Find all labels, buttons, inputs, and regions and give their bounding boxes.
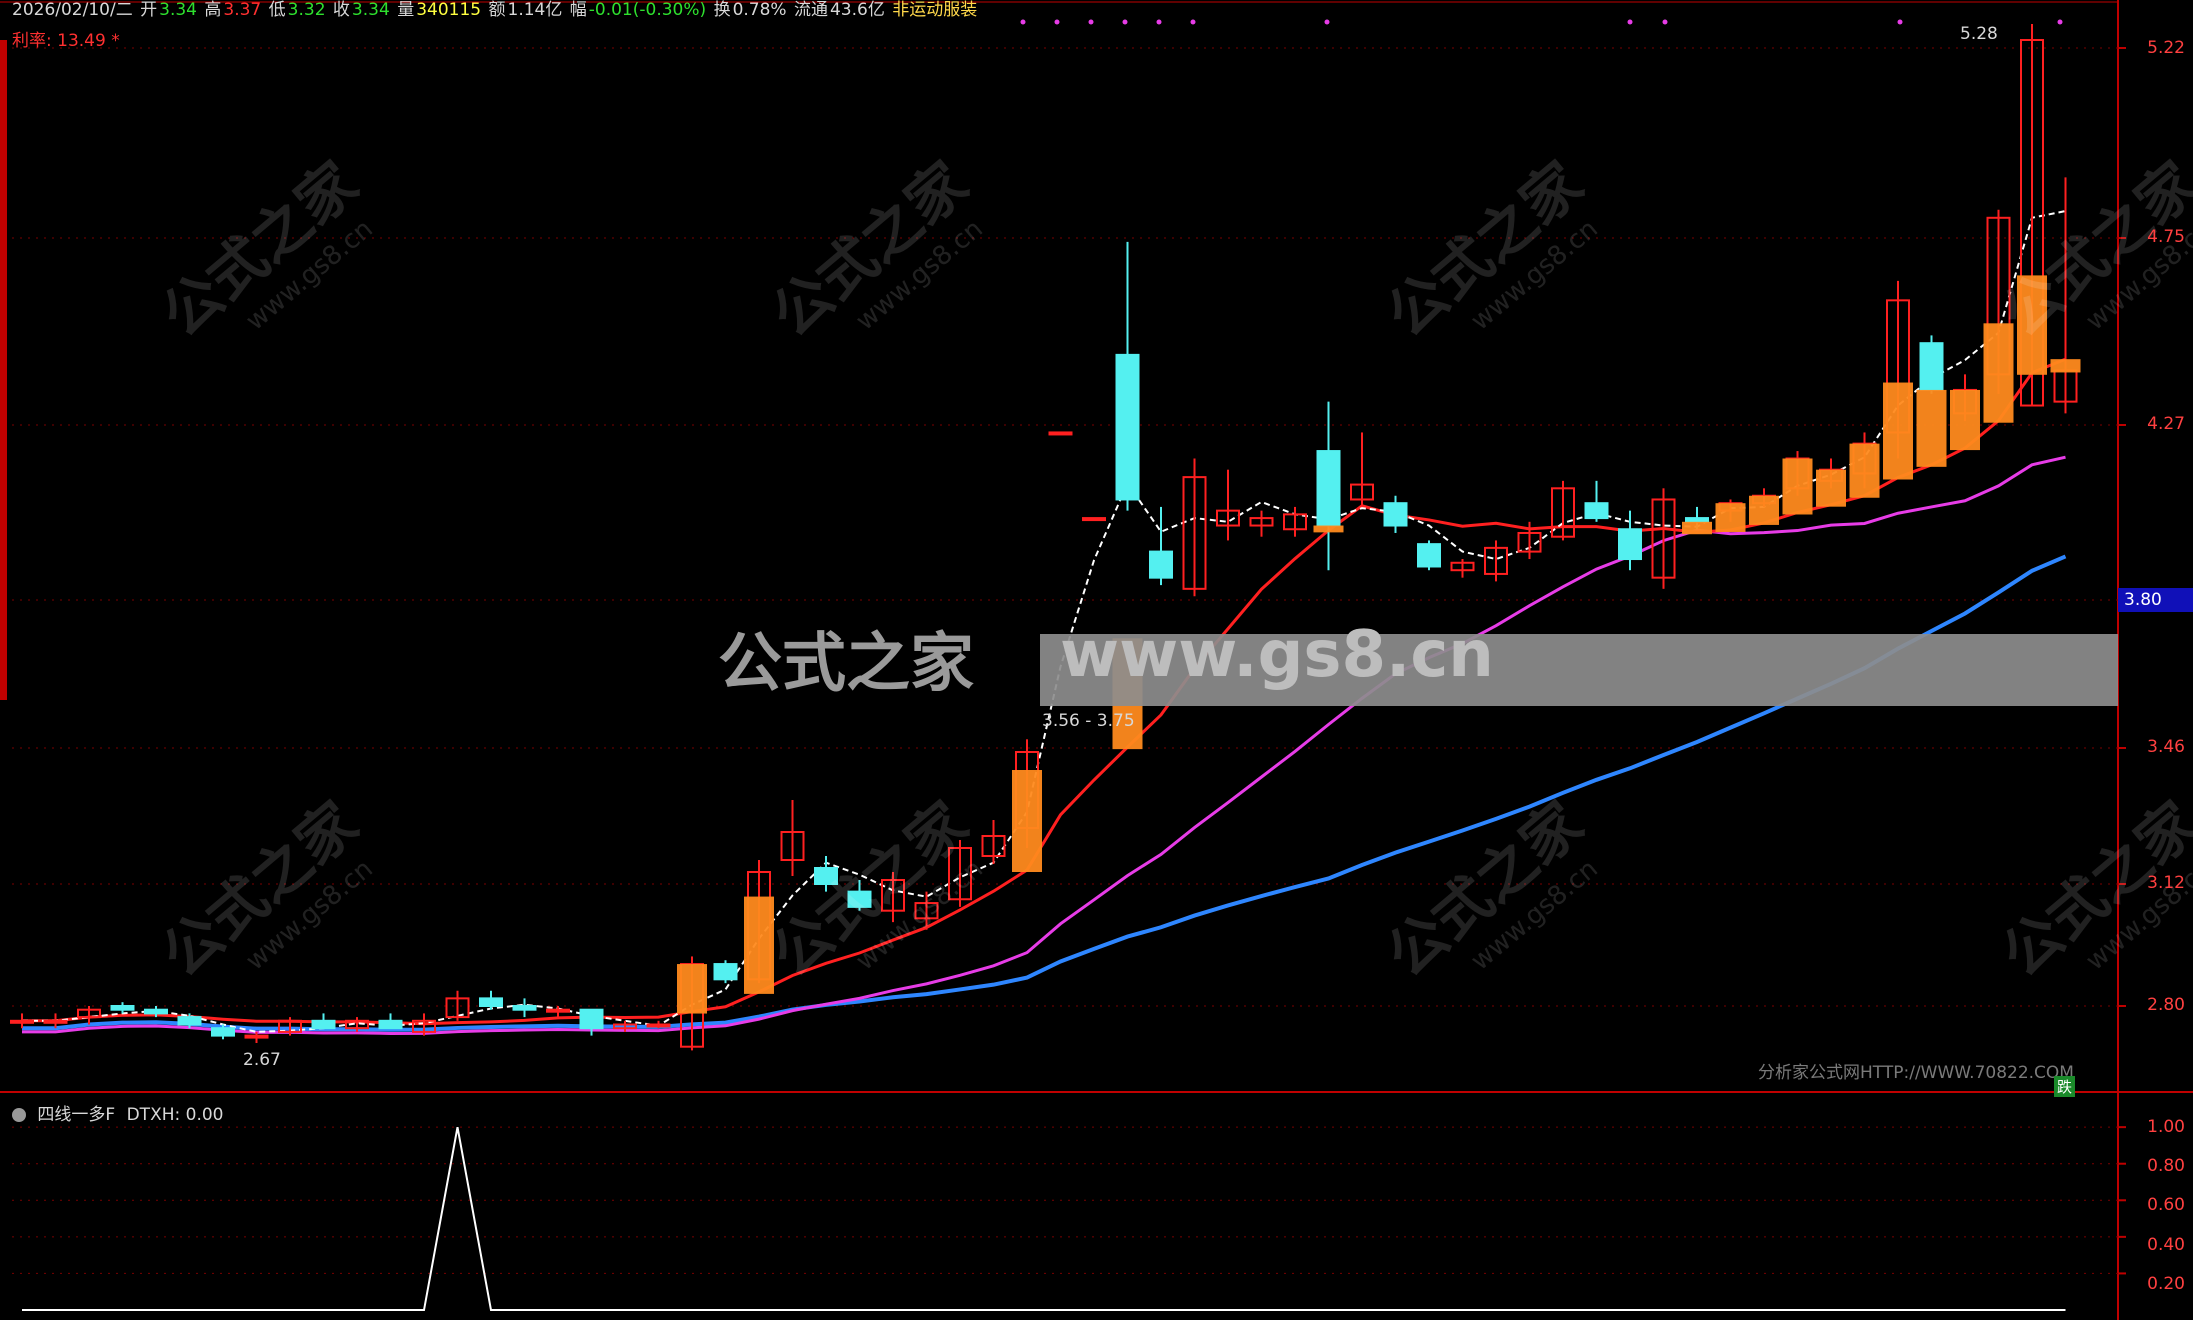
center-watermark: 公式之家	[718, 627, 974, 701]
top-signal-dot	[1324, 19, 1330, 25]
candle-body	[512, 1005, 537, 1011]
top-signal-dot	[1627, 19, 1633, 25]
candle-body	[43, 1019, 68, 1024]
candle-body	[1618, 528, 1642, 561]
top-signal-dot	[2057, 19, 2063, 25]
close-value: 3.34	[351, 0, 390, 20]
indicator-axis-label: 1.00	[2147, 1117, 2185, 1137]
candle-body	[1417, 543, 1441, 568]
candle-body	[10, 1019, 34, 1024]
signal-bar	[677, 964, 707, 1014]
sub-header: 利率: 13.49 *	[12, 31, 120, 51]
open-label: 开	[140, 0, 158, 20]
candle-body	[211, 1027, 235, 1037]
candle-body	[1082, 517, 1106, 522]
top-signal-dot	[1897, 19, 1903, 25]
top-signal-dot	[1088, 19, 1094, 25]
signal-bar	[1883, 382, 1913, 480]
candle-body	[378, 1019, 403, 1030]
top-signal-dot	[1122, 19, 1128, 25]
top-signal-dot	[1156, 19, 1162, 25]
indicator-value: DTXH: 0.00	[126, 1105, 224, 1125]
indicator-toggle-icon[interactable]	[12, 1108, 26, 1122]
open-value: 3.34	[159, 0, 197, 20]
candle-body	[1685, 517, 1709, 523]
signal-bar	[1983, 323, 2014, 423]
signal-bar	[1782, 458, 1813, 515]
candle-body	[177, 1016, 202, 1026]
candle-body	[1919, 342, 1944, 391]
low-price-marker: 2.67	[243, 1050, 281, 1070]
date: 2026/02/10/二	[12, 0, 133, 20]
indicator-axis-label: 0.80	[2147, 1156, 2185, 1176]
price-axis-label: 3.12	[2147, 873, 2185, 893]
candle-body	[1383, 502, 1408, 527]
turnover-label: 换	[713, 0, 731, 20]
top-signal-dot	[1662, 19, 1668, 25]
volume-label: 量	[397, 0, 415, 20]
signal-bar	[1950, 389, 1980, 451]
down-badge: 跌	[2054, 1076, 2076, 1097]
low-value: 3.32	[287, 0, 326, 20]
candle-body	[579, 1008, 604, 1030]
left-side-bar[interactable]	[0, 40, 7, 700]
price-axis-label: 2.80	[2147, 995, 2185, 1015]
top-signal-dot	[1190, 19, 1196, 25]
amount-value: 1.14亿	[507, 0, 563, 20]
amount-label: 额	[488, 0, 506, 20]
signal-bar	[1849, 443, 1880, 498]
candle-body	[546, 1008, 570, 1013]
volume-value: 340115	[416, 0, 482, 20]
signal-bar	[1749, 495, 1779, 525]
indicator-axis-label: 0.60	[2147, 1195, 2185, 1215]
candle-body	[1584, 502, 1609, 520]
candle-body	[1048, 431, 1073, 436]
indicator-line	[22, 1126, 2066, 1311]
sector-label: 非运动服装	[892, 0, 978, 20]
quote-info-bar: 2026/02/10/二 开 3.34 高 3.37 低 3.32 收 3.34 量 34…	[12, 0, 979, 22]
candle-body	[1149, 550, 1173, 579]
high-value: 3.37	[223, 0, 262, 20]
change-label: 幅	[569, 0, 587, 20]
signal-bar	[1816, 469, 1846, 507]
indicator-axis-label: 0.40	[2147, 1235, 2185, 1255]
price-axis-label: 4.75	[2147, 227, 2185, 247]
indicator-axis-label: 0.20	[2147, 1274, 2185, 1294]
low-label: 低	[268, 0, 286, 20]
signal-bar	[1916, 389, 1947, 467]
top-signal-dot	[1054, 19, 1060, 25]
price-axis-label: 4.27	[2147, 414, 2185, 434]
signal-bar	[1313, 525, 1344, 533]
current-price-tag: 3.80	[2118, 588, 2193, 612]
turnover-value: 0.78%	[732, 0, 787, 20]
high-label: 高	[204, 0, 222, 20]
candle-body	[311, 1019, 336, 1030]
change-value: -0.01(-0.30%)	[588, 0, 707, 20]
signal-bar	[1012, 770, 1042, 872]
copyright-text: 分析家公式网HTTP://WWW.70822.COM	[1758, 1063, 2074, 1083]
candle-body	[713, 963, 738, 981]
top-signal-dot	[1020, 19, 1026, 25]
candle-body	[479, 997, 503, 1007]
candle-body	[144, 1008, 168, 1015]
candle-body	[1316, 450, 1341, 527]
band-watermark-url: www.gs8.cn	[1060, 618, 1494, 692]
candle-body	[244, 1034, 269, 1039]
candle-body	[110, 1005, 135, 1011]
high-price-marker: 5.28	[1960, 24, 1998, 44]
signal-bar	[1682, 521, 1712, 535]
candle-body	[1115, 353, 1140, 501]
candle-body	[646, 1023, 671, 1028]
ma-mid-line	[22, 455, 2066, 1035]
float-value: 43.6亿	[829, 0, 885, 20]
signal-bar	[1715, 503, 1746, 532]
chart-window: 2026/02/10/二 开 3.34 高 3.37 低 3.32 收 3.34 量 34…	[0, 0, 2193, 1320]
price-axis-label: 3.46	[2147, 737, 2185, 757]
price-axis-label: 5.22	[2147, 38, 2185, 58]
indicator-header: 四线一多F DTXH: 0.00	[12, 1100, 223, 1125]
float-label: 流通	[793, 0, 828, 20]
range-label: 3.56 - 3.75	[1042, 711, 1135, 731]
indicator-title[interactable]: 四线一多F	[37, 1105, 115, 1125]
close-label: 收	[332, 0, 350, 20]
